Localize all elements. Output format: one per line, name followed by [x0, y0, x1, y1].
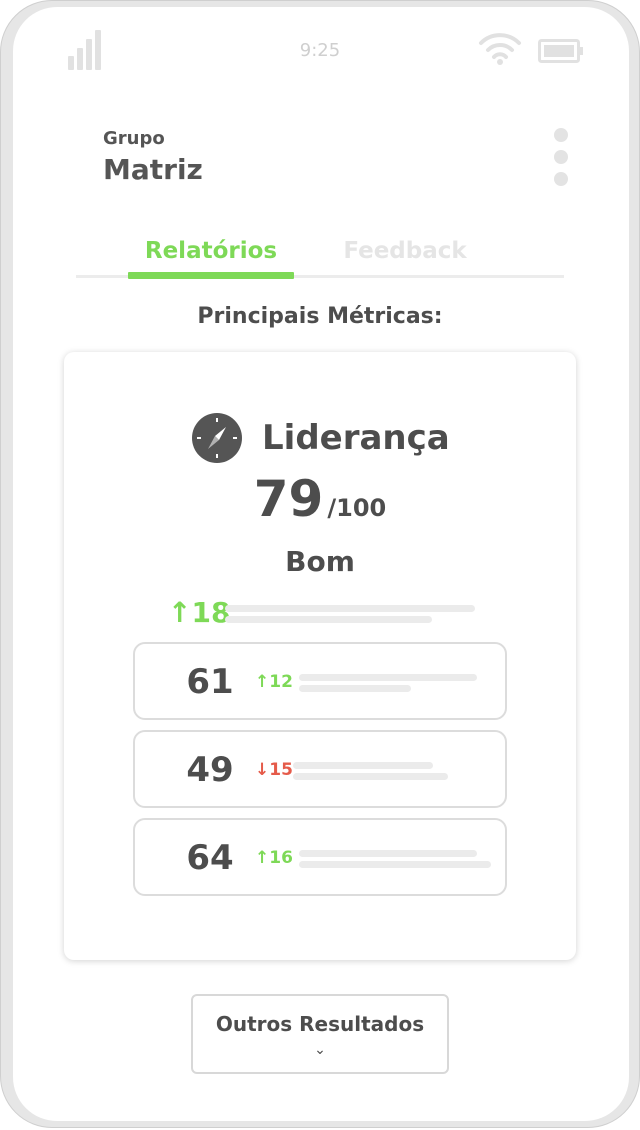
- rating-label: Bom: [285, 545, 355, 578]
- section-title: Principais Métricas:: [197, 304, 443, 329]
- compass-icon: [192, 413, 242, 463]
- placeholder-bar: [225, 616, 432, 623]
- sub-metric-value: 49: [186, 750, 234, 790]
- tab-relatorios[interactable]: Relatórios: [128, 238, 294, 264]
- chevron-down-icon: ⌄: [314, 1042, 326, 1058]
- sub-metric-value: 61: [186, 662, 234, 702]
- score-max: /100: [327, 494, 387, 522]
- outros-resultados-button[interactable]: Outros Resultados ⌄: [191, 994, 449, 1074]
- sub-metric-value: 64: [186, 838, 234, 878]
- more-button-label: Outros Resultados: [215, 1012, 425, 1036]
- score: 79/100: [0, 470, 640, 528]
- sub-metric-row[interactable]: 61 ↑12: [133, 642, 507, 720]
- group-label: Grupo: [103, 128, 165, 149]
- sub-metric-delta: ↑12: [255, 672, 293, 692]
- sub-metric-delta: ↓15: [255, 760, 293, 780]
- more-options-icon[interactable]: [552, 126, 570, 190]
- sub-metric-delta: ↑16: [255, 848, 293, 868]
- sub-metric-row[interactable]: 49 ↓15: [133, 730, 507, 808]
- wifi-icon: [479, 33, 521, 65]
- active-tab-indicator: [128, 272, 294, 279]
- metric-name: Liderança: [262, 418, 450, 458]
- placeholder-bar: [225, 605, 475, 612]
- score-delta: ↑18: [168, 596, 231, 629]
- status-time: 9:25: [299, 40, 341, 61]
- placeholder-bar: [293, 773, 448, 780]
- placeholder-bar: [299, 685, 411, 692]
- placeholder-bar: [299, 850, 477, 857]
- tab-feedback[interactable]: Feedback: [320, 238, 490, 264]
- placeholder-bar: [299, 674, 477, 681]
- score-value: 79: [253, 470, 324, 528]
- battery-icon: [538, 39, 583, 63]
- placeholder-bar: [299, 861, 491, 868]
- sub-metric-row[interactable]: 64 ↑16: [133, 818, 507, 896]
- placeholder-bar: [293, 762, 433, 769]
- group-name: Matriz: [103, 153, 203, 186]
- signal-icon: [68, 28, 104, 70]
